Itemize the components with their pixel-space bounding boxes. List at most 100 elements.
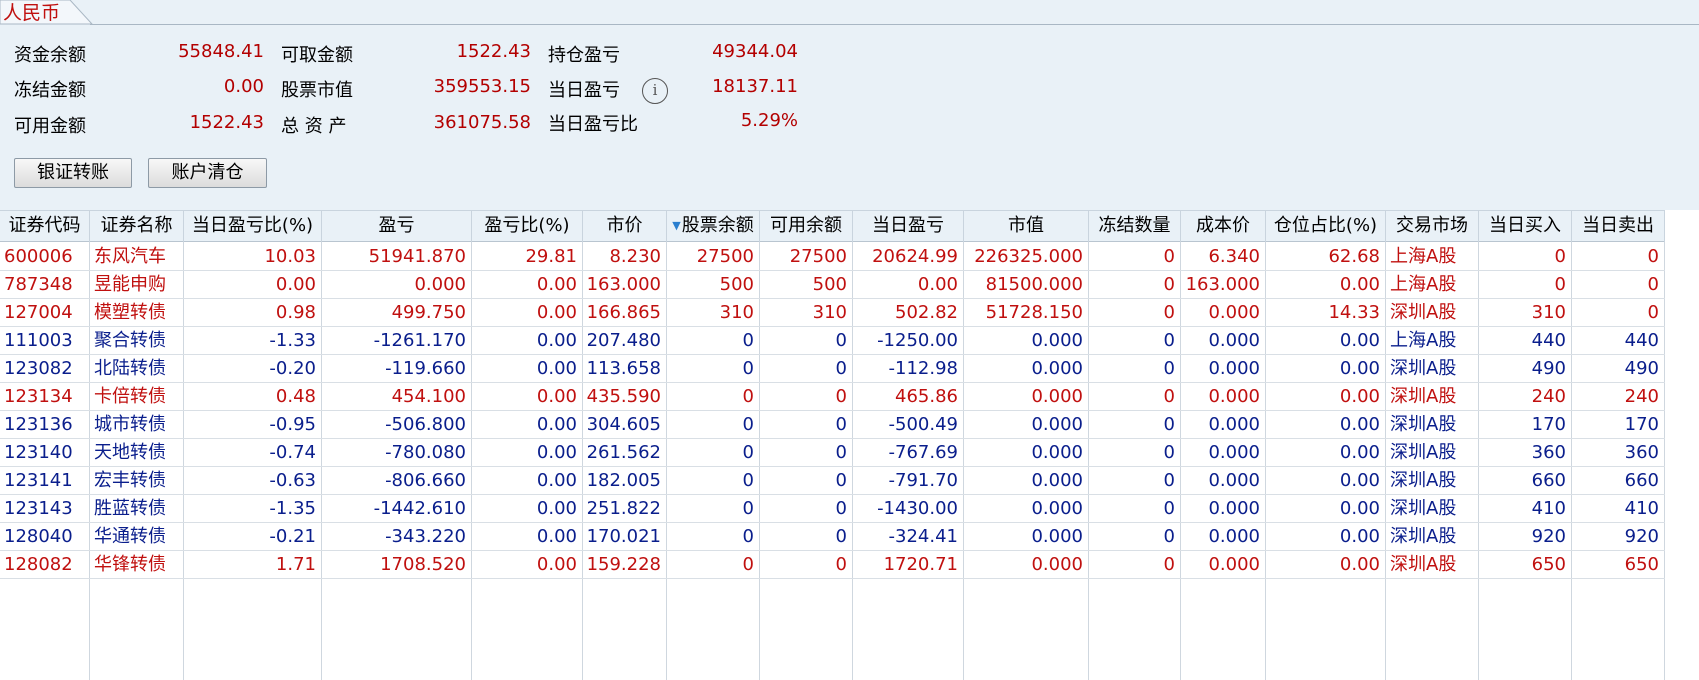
column-header-today-sell[interactable]: 当日卖出 [1572,211,1665,242]
today-pnl-ratio-value: 5.29% [740,110,798,131]
cell-today-pnl-ratio: 10.03 [264,246,316,267]
column-header-market-value[interactable]: 市值 [964,211,1089,242]
cell-today-buy: 920 [1531,526,1566,547]
cell-position-ratio: 0.00 [1339,554,1380,575]
table-row[interactable]: 128082 华锋转债 1.71 1708.520 0.00 159.228 0 0 1720.… [0,551,1665,579]
cell-stock-balance: 310 [719,302,754,323]
currency-tab-bar: 人民币 [0,0,1699,25]
column-header-label: 冻结数量 [1098,215,1171,236]
cell-today-buy: 410 [1531,498,1566,519]
cell-price: 304.605 [586,414,661,435]
cell-cost-price: 0.000 [1208,302,1260,323]
table-row[interactable]: 123143 胜蓝转债 -1.35 -1442.610 0.00 251.822 0 0 -14… [0,495,1665,523]
table-row[interactable]: 787348 昱能申购 0.00 0.000 0.00 163.000 500 500 0.00… [0,271,1665,299]
cell-price: 166.865 [586,302,661,323]
table-row[interactable]: 600006 东风汽车 10.03 51941.870 29.81 8.230 27500 2… [0,243,1665,271]
cell-pnl-ratio: 0.00 [536,274,577,295]
column-header-today-buy[interactable]: 当日买入 [1479,211,1572,242]
cell-position-ratio: 0.00 [1339,442,1380,463]
cell-today-sell: 660 [1624,470,1659,491]
cell-cost-price: 163.000 [1185,274,1260,295]
cell-market: 上海A股 [1390,274,1457,295]
cell-name: 聚合转债 [94,330,166,351]
clear-account-button[interactable]: 账户清仓 [148,158,267,188]
cell-code: 123140 [4,442,73,463]
table-row[interactable]: 123136 城市转债 -0.95 -506.800 0.00 304.605 0 0 -500… [0,411,1665,439]
column-header-frozen-qty[interactable]: 冻结数量 [1089,211,1181,242]
cell-today-sell: 170 [1624,414,1659,435]
column-header-pnl[interactable]: 盈亏 [322,211,472,242]
column-header-name[interactable]: 证券名称 [90,211,184,242]
table-row[interactable]: 111003 聚合转债 -1.33 -1261.170 0.00 207.480 0 0 -12… [0,327,1665,355]
cell-market-value: 0.000 [1031,414,1083,435]
sort-desc-icon: ▼ [672,219,681,232]
cell-price: 251.822 [586,498,661,519]
cell-code: 123143 [4,498,73,519]
column-header-today-pnl[interactable]: 当日盈亏 [853,211,964,242]
cell-name: 卡倍转债 [94,386,166,407]
cell-available-balance: 0 [835,554,847,575]
column-header-today-pnl-ratio[interactable]: 当日盈亏比(%) [184,211,322,242]
cell-today-sell: 920 [1624,526,1659,547]
column-header-stock-balance[interactable]: ▼股票余额 [667,211,760,242]
cell-cost-price: 0.000 [1208,414,1260,435]
cell-today-buy: 0 [1554,246,1566,267]
table-row[interactable]: 128040 华通转债 -0.21 -343.220 0.00 170.021 0 0 -324… [0,523,1665,551]
cell-frozen-qty: 0 [1163,274,1175,295]
column-header-cost-price[interactable]: 成本价 [1181,211,1266,242]
cell-available-balance: 0 [835,498,847,519]
cell-today-pnl: -1430.00 [877,498,958,519]
cell-today-buy: 440 [1531,330,1566,351]
table-header: 证券代码 证券名称 当日盈亏比(%) 盈亏 盈亏比(%) 市价 ▼股票余额 可用余额 当日盈亏 市… [0,210,1665,242]
cell-pnl: 1708.520 [380,554,466,575]
cell-today-buy: 660 [1531,470,1566,491]
cell-frozen-qty: 0 [1163,358,1175,379]
table-row[interactable]: 123082 北陆转债 -0.20 -119.660 0.00 113.658 0 0 -112… [0,355,1665,383]
cell-market: 上海A股 [1390,330,1457,351]
column-header-market[interactable]: 交易市场 [1386,211,1479,242]
cell-position-ratio: 0.00 [1339,274,1380,295]
column-header-code[interactable]: 证券代码 [0,211,90,242]
info-icon[interactable]: i [642,78,668,104]
cell-market: 深圳A股 [1390,498,1457,519]
cell-today-pnl-ratio: -0.20 [269,358,316,379]
cell-stock-balance: 0 [742,470,754,491]
cell-today-buy: 0 [1554,274,1566,295]
cell-today-sell: 0 [1647,246,1659,267]
cell-today-sell: 490 [1624,358,1659,379]
cell-today-pnl-ratio: -1.33 [269,330,316,351]
column-header-available-balance[interactable]: 可用余额 [760,211,853,242]
column-header-pnl-ratio[interactable]: 盈亏比(%) [472,211,583,242]
table-row[interactable]: 123140 天地转债 -0.74 -780.080 0.00 261.562 0 0 -767… [0,439,1665,467]
cell-market: 深圳A股 [1390,358,1457,379]
cell-cost-price: 6.340 [1208,246,1260,267]
bank-transfer-button[interactable]: 银证转账 [14,158,132,188]
cell-available-balance: 0 [835,526,847,547]
table-row[interactable]: 123134 卡倍转债 0.48 454.100 0.00 435.590 0 0 465.86… [0,383,1665,411]
table-row[interactable]: 123141 宏丰转债 -0.63 -806.660 0.00 182.005 0 0 -791… [0,467,1665,495]
cell-market: 深圳A股 [1390,414,1457,435]
cell-today-pnl-ratio: -0.63 [269,470,316,491]
cell-name: 华通转债 [94,526,166,547]
cell-cost-price: 0.000 [1208,442,1260,463]
cell-price: 159.228 [586,554,661,575]
column-header-price[interactable]: 市价 [583,211,667,242]
cell-price: 207.480 [586,330,661,351]
account-summary: 资金余额 55848.41 可取金额 1522.43 持仓盈亏 49344.04… [0,25,1699,210]
table-row[interactable]: 127004 模塑转债 0.98 499.750 0.00 166.865 310 310 50… [0,299,1665,327]
cell-market: 深圳A股 [1390,470,1457,491]
cell-position-ratio: 0.00 [1339,358,1380,379]
cell-pnl: -1442.610 [373,498,466,519]
cell-position-ratio: 0.00 [1339,386,1380,407]
cell-today-pnl: -324.41 [888,526,958,547]
column-header-position-ratio[interactable]: 仓位占比(%) [1266,211,1386,242]
cell-code: 123082 [4,358,73,379]
tab-rmb[interactable]: 人民币 [0,0,95,25]
cell-price: 113.658 [586,358,661,379]
cell-available-balance: 0 [835,442,847,463]
today-pnl-label: 当日盈亏 [548,80,620,101]
cell-cost-price: 0.000 [1208,470,1260,491]
cell-available-balance: 500 [812,274,847,295]
cell-cost-price: 0.000 [1208,526,1260,547]
cell-market-value: 51728.150 [985,302,1083,323]
